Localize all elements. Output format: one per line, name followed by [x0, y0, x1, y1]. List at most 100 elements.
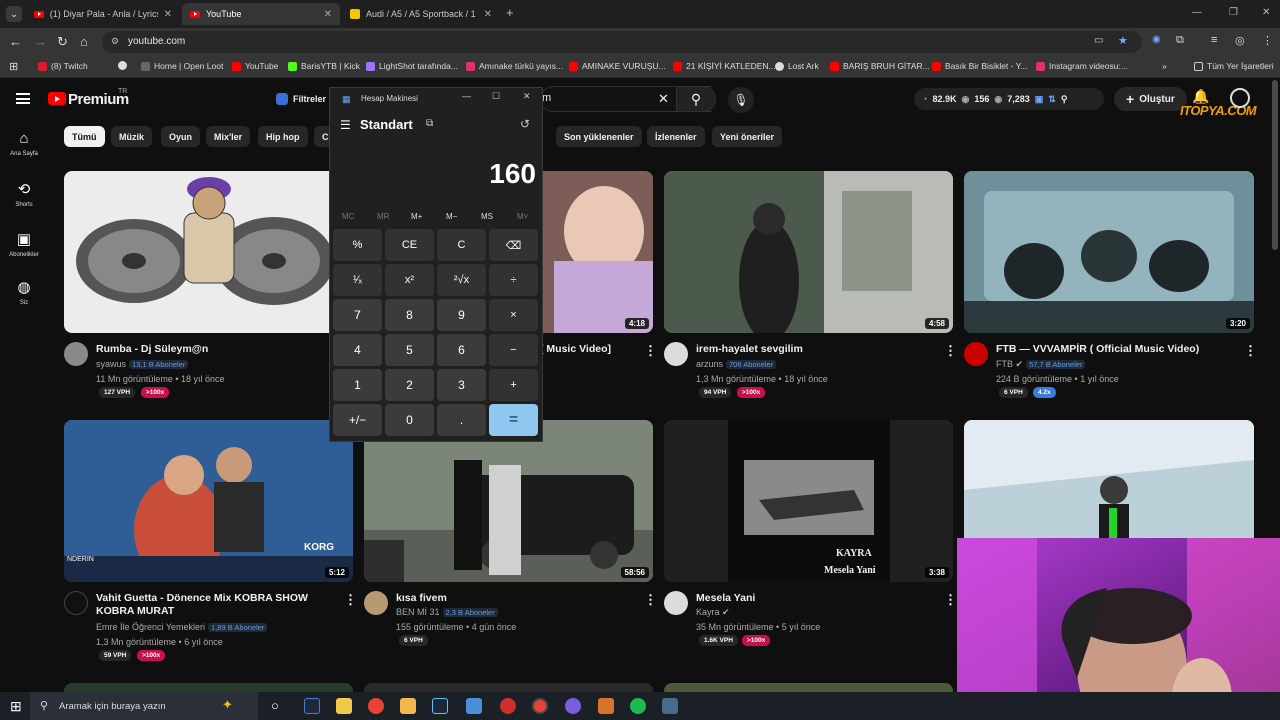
add-key[interactable]: + [489, 369, 538, 401]
video-title[interactable]: FTB — VVVAMPİR ( Official Music Video) [996, 343, 1236, 356]
app-icon-2[interactable] [466, 698, 482, 714]
back-icon[interactable]: ← [9, 34, 22, 49]
start-menu-icon[interactable]: ⊞ [10, 698, 22, 715]
channel-avatar[interactable] [364, 591, 388, 615]
memory-recall-button[interactable]: MR [377, 212, 389, 221]
bookmark-lostark[interactable]: Lost Ark [775, 61, 819, 71]
square-root-key[interactable]: ²√x [437, 264, 486, 296]
memory-subtract-button[interactable]: M− [446, 212, 457, 221]
video-thumbnail[interactable]: NDERIN KORG 5:12 [64, 420, 353, 582]
reload-icon[interactable]: ↻ [57, 34, 68, 50]
channel-avatar[interactable] [64, 342, 88, 366]
profile-extension-icon[interactable]: ◉ [1152, 34, 1161, 45]
media-icon[interactable]: ≡ [1211, 34, 1217, 46]
youtube-logo-icon[interactable] [48, 92, 66, 105]
bookmark-kick[interactable]: BarisYTB | Kick [288, 61, 360, 71]
memory-add-button[interactable]: M+ [411, 212, 422, 221]
create-button[interactable]: + Oluştur [1114, 87, 1187, 111]
app-icon-5[interactable] [598, 698, 614, 714]
video-title[interactable]: kısa fivem [396, 592, 626, 605]
video-title[interactable]: irem-hayalet sevgilim [696, 343, 926, 356]
steam-icon[interactable] [432, 698, 448, 714]
video-title[interactable]: Rumba - Dj Süleym@n [96, 343, 326, 356]
channel-name[interactable]: BEN Mİ 31 [396, 607, 440, 617]
bookmark-instagram-2[interactable]: Instagram videosu:... [1036, 61, 1128, 71]
memory-list-button[interactable]: M˅ [517, 212, 528, 221]
memory-store-button[interactable]: MS [481, 212, 493, 221]
close-icon[interactable]: ✕ [523, 91, 531, 102]
minimize-icon[interactable]: — [462, 91, 471, 101]
channel-name[interactable]: Emre İle Öğrenci Yemekleri [96, 622, 205, 632]
tab-diyar-pala[interactable]: (1) Diyar Pala - Anla / Lyrics - Sp ✕ [26, 3, 180, 25]
memory-clear-button[interactable]: MC [342, 212, 354, 221]
tab-youtube[interactable]: YouTube ✕ [182, 3, 340, 25]
more-actions-icon[interactable]: ⋮ [944, 343, 957, 359]
hamburger-menu-icon[interactable] [16, 93, 30, 104]
bookmarks-more-icon[interactable]: » [1162, 61, 1167, 71]
calculator-taskbar-icon[interactable] [662, 698, 678, 714]
sidebar-item-subscriptions[interactable]: ▣ Abonelikler [0, 230, 48, 258]
sidebar-item-home[interactable]: ⌂ Ana Sayfa [0, 130, 48, 157]
sidebar-item-you[interactable]: ◍ Siz [0, 278, 48, 306]
tab-audi[interactable]: Audi / A5 / A5 Sportback / 1.4 ✕ [342, 3, 500, 25]
digit-6-key[interactable]: 6 [437, 334, 486, 366]
close-icon[interactable]: ✕ [324, 9, 332, 20]
clear-entry-key[interactable]: CE [385, 229, 434, 261]
history-icon[interactable]: ↺ [520, 117, 530, 131]
equals-key[interactable]: = [489, 404, 538, 436]
forward-icon[interactable]: → [34, 34, 47, 49]
sidebar-item-shorts[interactable]: ⟲ Shorts [0, 180, 48, 208]
chrome-active-icon[interactable] [532, 698, 548, 714]
video-title[interactable]: Vahit Guetta - Dönence Mix KOBRA SHOW KO… [96, 592, 336, 618]
video-thumbnail[interactable]: 58:56 [364, 420, 653, 582]
stats-extension[interactable]: ◔ 82.9K ◉ 156 ◉ 7,283 ▣ ⇅ ⚲ [914, 88, 1104, 110]
extensions-icon[interactable]: ⧉ [1176, 34, 1184, 47]
tab-search-button[interactable]: ⌄ [6, 6, 22, 22]
chip-recent[interactable]: Son yüklenenler [556, 126, 642, 147]
digit-0-key[interactable]: 0 [385, 404, 434, 436]
more-actions-icon[interactable]: ⋮ [944, 592, 957, 608]
minimize-icon[interactable]: — [1192, 7, 1202, 18]
home-icon[interactable]: ⌂ [80, 34, 88, 49]
chrome-icon[interactable] [368, 698, 384, 714]
chip-hiphop[interactable]: Hip hop [258, 126, 308, 147]
channel-avatar[interactable] [964, 342, 988, 366]
app-icon-1[interactable] [304, 698, 320, 714]
subtract-key[interactable]: − [489, 334, 538, 366]
apps-icon[interactable]: ⊞ [9, 60, 18, 73]
more-actions-icon[interactable]: ⋮ [644, 592, 657, 608]
taskbar-search-input[interactable]: ⚲ Aramak için buraya yazın ✦ [30, 692, 258, 720]
bookmark-lightshot[interactable]: LightShot tarafında... [366, 61, 458, 71]
reciprocal-key[interactable]: ¹⁄ₓ [333, 264, 382, 296]
bookmark-yt-5[interactable]: Basık Bir Bisiklet - Y... [932, 61, 1027, 71]
channel-name[interactable]: arzuns [696, 359, 723, 369]
restore-icon[interactable]: ❐ [1229, 7, 1238, 18]
bookmark-yt-4[interactable]: BARIŞ BRUH GİTAR... [830, 61, 930, 71]
divide-key[interactable]: ÷ [489, 264, 538, 296]
bookmark-yt-3[interactable]: 21 KİŞİYİ KATLEDEN... [673, 61, 776, 71]
channel-avatar[interactable] [64, 591, 88, 615]
install-icon[interactable]: ▭ [1094, 35, 1103, 46]
close-window-icon[interactable]: ✕ [1262, 7, 1270, 18]
negate-key[interactable]: +/− [333, 404, 382, 436]
backspace-key[interactable]: ⌫ [489, 229, 538, 261]
search-button[interactable]: ⚲ [676, 86, 716, 112]
folder-icon[interactable] [400, 698, 416, 714]
more-actions-icon[interactable]: ⋮ [344, 592, 357, 608]
digit-3-key[interactable]: 3 [437, 369, 486, 401]
digit-4-key[interactable]: 4 [333, 334, 382, 366]
clear-key[interactable]: C [437, 229, 486, 261]
channel-name[interactable]: FTB [996, 359, 1013, 369]
digit-9-key[interactable]: 9 [437, 299, 486, 331]
square-key[interactable]: x² [385, 264, 434, 296]
digit-8-key[interactable]: 8 [385, 299, 434, 331]
spotify-icon[interactable] [630, 698, 646, 714]
account-avatar[interactable] [1230, 88, 1250, 108]
filter-button[interactable]: Filtreler [268, 88, 334, 110]
app-icon-3[interactable] [500, 698, 516, 714]
digit-5-key[interactable]: 5 [385, 334, 434, 366]
page-scrollbar[interactable] [1272, 80, 1278, 250]
maximize-icon[interactable]: ☐ [492, 91, 500, 102]
bookmark-youtube[interactable]: YouTube [232, 61, 278, 71]
menu-icon[interactable]: ⋮ [1262, 34, 1273, 47]
